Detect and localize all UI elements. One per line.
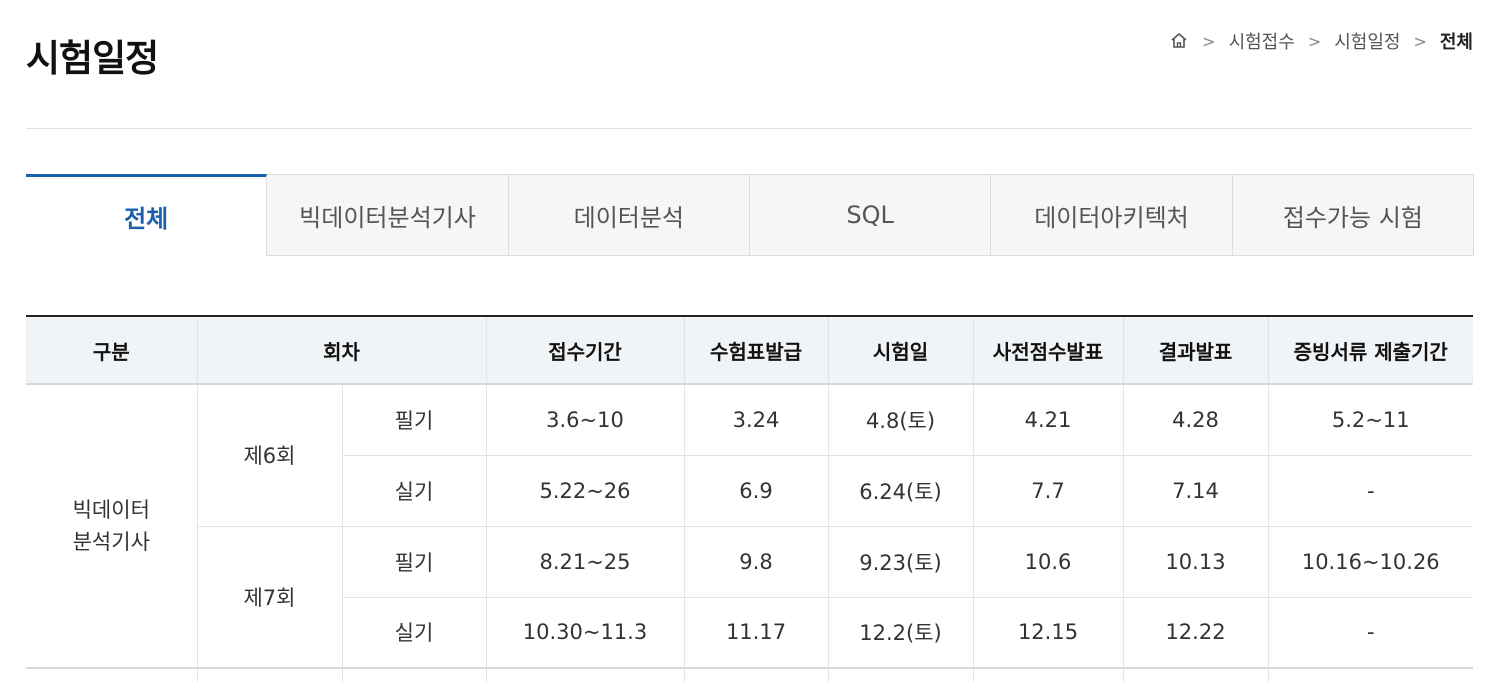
breadcrumb-item-reception[interactable]: 시험접수 <box>1229 28 1295 54</box>
header-documents-period: 증빙서류 제출기간 <box>1268 315 1473 385</box>
home-icon[interactable] <box>1169 31 1189 51</box>
ticket-cell: 3.24 <box>684 384 829 456</box>
exam-tabs: 전체 빅데이터분석기사 데이터분석 SQL 데이터아키텍처 접수가능 시험 <box>26 174 1474 256</box>
reception-cell: 10.30~11.3 <box>486 597 685 669</box>
tab-all[interactable]: 전체 <box>26 174 268 256</box>
header-result: 결과발표 <box>1123 315 1269 385</box>
exam-cell: 6.24(토) <box>828 455 974 527</box>
table-cell <box>828 667 974 682</box>
pre-score-cell: 10.6 <box>973 526 1124 598</box>
breadcrumb-item-schedule[interactable]: 시험일정 <box>1334 28 1400 54</box>
tab-data-architecture[interactable]: 데이터아키텍처 <box>991 174 1233 256</box>
header-ticket-issue: 수험표발급 <box>684 315 829 385</box>
result-cell: 4.28 <box>1123 384 1269 456</box>
type-cell: 필기 <box>342 526 487 598</box>
tab-open-exams[interactable]: 접수가능 시험 <box>1232 174 1474 256</box>
pre-score-cell: 4.21 <box>973 384 1124 456</box>
type-cell: 실기 <box>342 597 487 669</box>
reception-cell: 5.22~26 <box>486 455 685 527</box>
type-cell: 필기 <box>342 384 487 456</box>
tab-data-analysis[interactable]: 데이터분석 <box>508 174 750 256</box>
reception-cell: 8.21~25 <box>486 526 685 598</box>
category-line: 빅데이터 <box>72 498 150 522</box>
table-header-row: 구분 회차 접수기간 수험표발급 시험일 사전점수발표 결과발표 증빙서류 제출… <box>26 315 1473 385</box>
ticket-cell: 9.8 <box>684 526 829 598</box>
documents-cell: 5.2~11 <box>1268 384 1473 456</box>
header-category: 구분 <box>26 315 198 385</box>
breadcrumb: > 시험접수 > 시험일정 > 전체 <box>1169 28 1473 54</box>
chevron-right-icon: > <box>1413 31 1427 51</box>
category-cell: 빅데이터 분석기사 <box>26 384 198 669</box>
table-cell <box>197 667 343 682</box>
result-cell: 12.22 <box>1123 597 1269 669</box>
table-cell <box>1268 667 1473 682</box>
exam-cell: 9.23(토) <box>828 526 974 598</box>
documents-cell: - <box>1268 455 1473 527</box>
table-row <box>26 667 1473 682</box>
table-row: 빅데이터 분석기사 제6회 필기 3.6~10 3.24 4.8(토) 4.21… <box>26 384 1473 669</box>
header-round: 회차 <box>197 315 487 385</box>
header-reception-period: 접수기간 <box>486 315 685 385</box>
result-cell: 10.13 <box>1123 526 1269 598</box>
reception-cell: 3.6~10 <box>486 384 685 456</box>
table-cell <box>486 667 685 682</box>
table-cell <box>684 667 829 682</box>
chevron-right-icon: > <box>1307 31 1322 51</box>
breadcrumb-current: 전체 <box>1439 32 1473 53</box>
pre-score-cell: 12.15 <box>973 597 1124 669</box>
documents-cell: - <box>1268 597 1473 669</box>
table-row: 제7회 필기 8.21~25 9.8 9.23(토) 10.6 10.13 10… <box>26 526 1473 669</box>
result-cell: 7.14 <box>1123 455 1269 527</box>
type-cell: 실기 <box>342 455 487 527</box>
header-exam-date: 시험일 <box>828 315 974 385</box>
table-cell <box>1123 667 1269 682</box>
chevron-right-icon: > <box>1202 31 1216 51</box>
ticket-cell: 11.17 <box>684 597 829 669</box>
table-cell <box>342 667 487 682</box>
header-pre-score: 사전점수발표 <box>973 315 1124 385</box>
tab-sql[interactable]: SQL <box>749 174 992 256</box>
title-divider <box>26 128 1473 129</box>
documents-cell: 10.16~10.26 <box>1268 526 1473 598</box>
table-cell <box>26 667 198 682</box>
tab-bigdata-analyst[interactable]: 빅데이터분석기사 <box>267 174 509 256</box>
pre-score-cell: 7.7 <box>973 455 1124 527</box>
schedule-table: 구분 회차 접수기간 수험표발급 시험일 사전점수발표 결과발표 증빙서류 제출… <box>26 315 1473 682</box>
exam-cell: 4.8(토) <box>828 384 974 456</box>
round-cell: 제6회 <box>197 384 343 527</box>
category-line: 분석기사 <box>72 530 150 554</box>
page-title: 시험일정 <box>26 37 159 80</box>
round-cell: 제7회 <box>197 526 343 669</box>
exam-cell: 12.2(토) <box>828 597 974 669</box>
table-cell <box>973 667 1124 682</box>
ticket-cell: 6.9 <box>684 455 829 527</box>
